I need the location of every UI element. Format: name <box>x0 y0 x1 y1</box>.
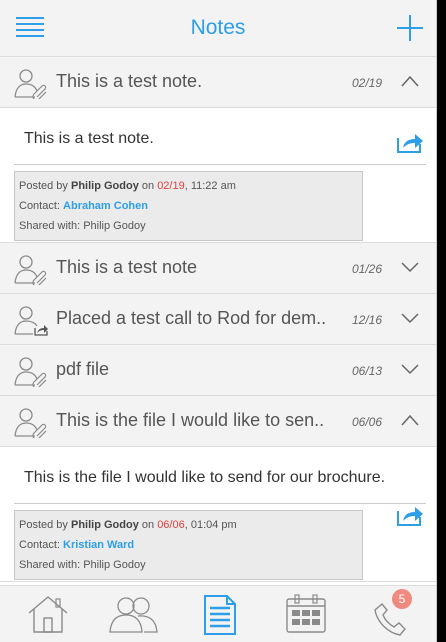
on-label: on <box>138 180 158 192</box>
person-attachment-icon <box>14 255 47 285</box>
posted-by-name: Philip Godoy <box>70 519 139 531</box>
chevron-down-icon[interactable] <box>400 362 420 376</box>
contact-label: Contact: <box>19 539 64 551</box>
note-body: This is a test note. Posted by Philip Go… <box>0 108 436 243</box>
divider <box>14 503 426 504</box>
note-title: This is a test note. <box>56 71 203 91</box>
posted-time: , 01:04 pm <box>184 519 237 531</box>
calendar-icon[interactable] <box>285 594 327 634</box>
note-header[interactable]: This is a test note 01/26 <box>0 243 436 294</box>
note-header[interactable]: Placed a test call to Rod for dem.. 12/1… <box>0 294 436 345</box>
missed-calls-badge: 5 <box>392 589 412 609</box>
page-title: Notes <box>190 16 246 39</box>
note-header[interactable]: This is the file I would like to sen.. 0… <box>0 396 436 447</box>
note-date: 06/06 <box>351 415 382 429</box>
posted-date: 06/06 <box>157 519 185 531</box>
shared-with: Shared with: Philip Godoy <box>19 559 146 571</box>
app-screen: Notes This is a test note. 02/19 This is… <box>0 0 437 642</box>
share-icon[interactable] <box>396 130 424 154</box>
bottom-tab-bar: 5 <box>0 585 436 642</box>
note-header[interactable]: This is a test note. 02/19 <box>0 57 436 108</box>
person-attachment-icon <box>14 408 47 438</box>
note-title: This is the file I would like to sen.. <box>56 410 325 430</box>
chevron-up-icon[interactable] <box>400 74 420 88</box>
note-body-text: This is the file I would like to send fo… <box>24 469 386 486</box>
note-header[interactable]: pdf file 06/13 <box>0 345 436 396</box>
chevron-down-icon[interactable] <box>400 311 420 325</box>
contacts-icon[interactable] <box>108 594 160 634</box>
note-title: This is a test note <box>56 257 198 277</box>
note-title: Placed a test call to Rod for dem.. <box>56 308 327 328</box>
note-body-text: This is a test note. <box>24 130 154 147</box>
home-icon[interactable] <box>26 594 70 634</box>
posted-by-label: Posted by <box>19 180 71 192</box>
chevron-up-icon[interactable] <box>400 413 420 427</box>
divider <box>14 164 426 165</box>
on-label: on <box>138 519 158 531</box>
posted-time: , 11:22 am <box>184 180 236 192</box>
note-meta: Posted by Philip Godoy on 02/19, 11:22 a… <box>14 171 363 241</box>
contact-link[interactable]: Abraham Cohen <box>63 200 148 212</box>
note-date: 02/19 <box>351 76 382 90</box>
contact-link[interactable]: Kristian Ward <box>63 539 134 551</box>
chevron-down-icon[interactable] <box>400 260 420 274</box>
note-meta: Posted by Philip Godoy on 06/06, 01:04 p… <box>14 510 363 580</box>
contact-label: Contact: <box>19 200 64 212</box>
person-attachment-icon <box>14 69 47 99</box>
add-note-icon[interactable] <box>396 14 424 42</box>
share-icon[interactable] <box>396 503 424 527</box>
shared-with: Shared with: Philip Godoy <box>19 220 146 232</box>
note-date: 12/16 <box>351 313 382 327</box>
notes-icon[interactable] <box>203 594 237 636</box>
note-body: This is the file I would like to send fo… <box>0 447 436 582</box>
note-date: 06/13 <box>351 364 382 378</box>
person-attachment-icon <box>14 357 47 387</box>
posted-by-label: Posted by <box>19 519 71 531</box>
note-date: 01/26 <box>351 262 382 276</box>
posted-date: 02/19 <box>157 180 185 192</box>
note-title: pdf file <box>56 359 110 379</box>
person-share-icon <box>14 306 48 336</box>
top-bar: Notes <box>0 0 436 57</box>
posted-by-name: Philip Godoy <box>70 180 139 192</box>
